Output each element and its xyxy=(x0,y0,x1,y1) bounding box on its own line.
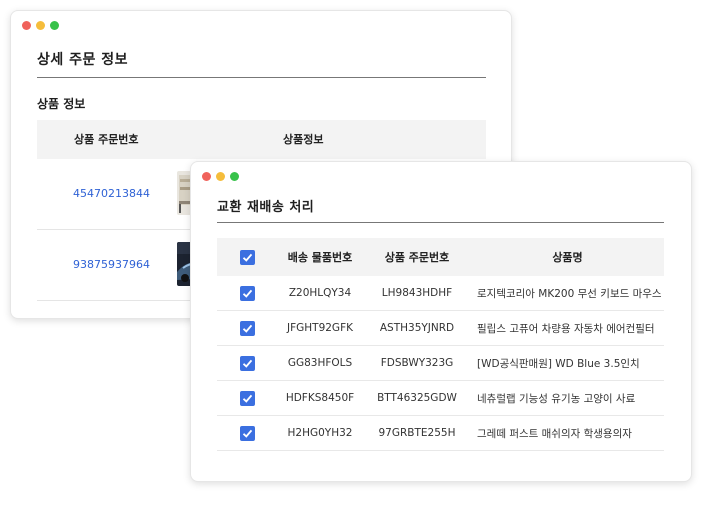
select-all-checkbox[interactable] xyxy=(239,249,255,265)
row-checkbox[interactable] xyxy=(239,390,255,406)
window-controls xyxy=(22,21,59,30)
shipping-item-number: GG83HFOLS xyxy=(277,345,363,381)
close-dot-icon[interactable] xyxy=(202,172,211,181)
row-checkbox[interactable] xyxy=(239,355,255,371)
product-table-header: 상품 주문번호 상품정보 xyxy=(37,120,486,159)
col-order-number: 상품 주문번호 xyxy=(74,133,139,146)
order-detail-title: 상세 주문 정보 xyxy=(37,52,129,68)
row-checkbox[interactable] xyxy=(239,425,255,441)
exchange-title: 교환 재배송 처리 xyxy=(217,200,315,215)
shipping-item-number: Z20HLQY34 xyxy=(277,276,363,311)
select-all-cell xyxy=(217,238,277,276)
order-number: FDSBWY323G xyxy=(363,345,471,381)
product-name: 로지텍코리아 MK200 무선 키보드 마우스 xyxy=(471,276,664,311)
product-name: 그레떼 퍼스트 매쉬의자 학생용의자 xyxy=(471,415,664,451)
shipping-item-number: JFGHT92GFK xyxy=(277,310,363,346)
col-product-name: 상품명 xyxy=(471,238,664,276)
table-row: JFGHT92GFK ASTH35YJNRD 필립스 고퓨어 차량용 자동차 에… xyxy=(217,310,664,346)
order-number: LH9843HDHF xyxy=(363,276,471,311)
row-checkbox[interactable] xyxy=(239,285,255,301)
table-row: HDFKS8450F BTT46325GDW 네츄럴랩 기능성 유기농 고양이 … xyxy=(217,380,664,416)
col-shipping-item-number: 배송 물품번호 xyxy=(277,238,363,276)
title-divider xyxy=(37,77,486,78)
maximize-dot-icon[interactable] xyxy=(230,172,239,181)
order-number: BTT46325GDW xyxy=(363,380,471,416)
minimize-dot-icon[interactable] xyxy=(216,172,225,181)
exchange-table: 배송 물품번호 상품 주문번호 상품명 Z20HLQY34 LH9843HDHF… xyxy=(217,238,664,451)
exchange-reship-window: 교환 재배송 처리 배송 물품번호 상품 주문번호 상품명 Z20HLQY34 … xyxy=(190,161,692,482)
product-name: 네츄럴랩 기능성 유기농 고양이 사료 xyxy=(471,380,664,416)
table-header-row: 배송 물품번호 상품 주문번호 상품명 xyxy=(217,238,664,276)
window-controls xyxy=(202,172,239,181)
col-order-number: 상품 주문번호 xyxy=(363,238,471,276)
col-product-info: 상품정보 xyxy=(283,133,324,146)
close-dot-icon[interactable] xyxy=(22,21,31,30)
order-number-link[interactable]: 93875937964 xyxy=(73,230,150,300)
shipping-item-number: H2HG0YH32 xyxy=(277,415,363,451)
table-row: Z20HLQY34 LH9843HDHF 로지텍코리아 MK200 무선 키보드… xyxy=(217,276,664,311)
product-name: [WD공식판매원] WD Blue 3.5인치 xyxy=(471,345,664,381)
order-number-link[interactable]: 45470213844 xyxy=(73,159,150,229)
shipping-item-number: HDFKS8450F xyxy=(277,380,363,416)
row-checkbox[interactable] xyxy=(239,320,255,336)
table-row: H2HG0YH32 97GRBTE255H 그레떼 퍼스트 매쉬의자 학생용의자 xyxy=(217,415,664,451)
product-info-heading: 상품 정보 xyxy=(37,97,86,111)
maximize-dot-icon[interactable] xyxy=(50,21,59,30)
table-row: GG83HFOLS FDSBWY323G [WD공식판매원] WD Blue 3… xyxy=(217,345,664,381)
minimize-dot-icon[interactable] xyxy=(36,21,45,30)
order-number: 97GRBTE255H xyxy=(363,415,471,451)
order-number: ASTH35YJNRD xyxy=(363,310,471,346)
product-name: 필립스 고퓨어 차량용 자동차 에어컨필터 xyxy=(471,310,664,346)
title-divider xyxy=(217,222,664,223)
